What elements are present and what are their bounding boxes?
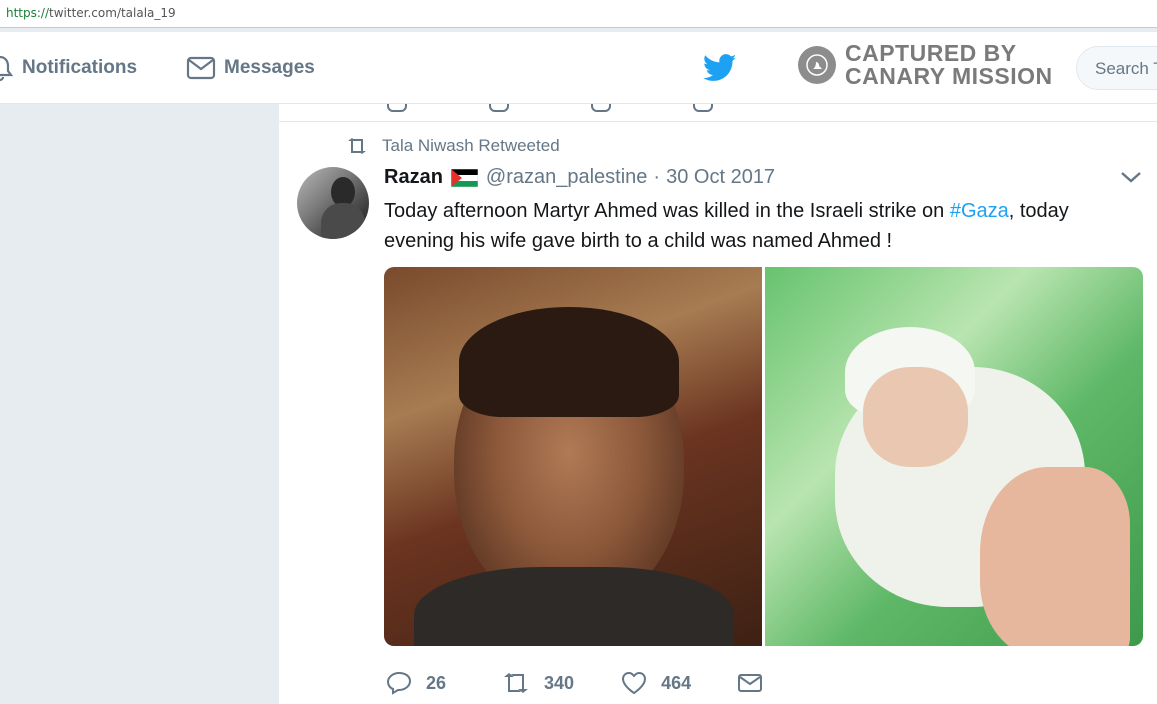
top-navigation: Notifications Messages CAPTURED BY CANAR… [0, 32, 1157, 104]
retweet-button[interactable]: 340 [502, 672, 574, 694]
like-count: 464 [661, 672, 692, 693]
display-name[interactable]: Razan [384, 166, 443, 189]
nav-notifications[interactable]: Notifications [0, 52, 137, 84]
media-grid [384, 267, 1143, 646]
retweet-icon [504, 673, 529, 693]
tweet-actions: 26 340 464 [386, 668, 777, 698]
previous-tweet-action-icons [387, 104, 713, 112]
canary-mission-text: CAPTURED BY CANARY MISSION [845, 42, 1053, 88]
heart-icon [622, 671, 647, 695]
like-button[interactable]: 464 [621, 671, 691, 695]
tweet-date[interactable]: 30 Oct 2017 [666, 166, 775, 189]
previous-like-icon[interactable] [591, 104, 611, 112]
hashtag-link[interactable]: #Gaza [950, 200, 1009, 222]
url-path: twitter.com/talala_19 [49, 6, 176, 20]
nav-notifications-label: Notifications [22, 57, 138, 78]
direct-message-icon [738, 674, 763, 692]
reply-icon [386, 671, 412, 695]
avatar-figure-body [321, 203, 365, 239]
photo-newborn-baby[interactable] [765, 267, 1143, 646]
handle[interactable]: @razan_palestine [486, 166, 648, 189]
direct-message-button[interactable] [737, 672, 777, 694]
previous-dm-icon[interactable] [693, 104, 713, 112]
previous-reply-icon[interactable] [387, 104, 407, 112]
tweet-header: Razan @razan_palestine · 30 Oct 2017 [384, 166, 775, 189]
nav-messages-label: Messages [224, 57, 315, 78]
palestine-flag-icon [450, 168, 478, 187]
url-text[interactable]: https://twitter.com/talala_19 [6, 6, 176, 20]
tweet-text: Today afternoon Martyr Ahmed was killed … [384, 196, 1124, 256]
left-sidebar [0, 104, 279, 704]
page: https://twitter.com/talala_19 Notificati… [0, 0, 1157, 704]
reply-button[interactable]: 26 [386, 671, 446, 695]
envelope-icon [186, 56, 216, 80]
retweet-icon [348, 138, 366, 154]
browser-address-bar[interactable]: https://twitter.com/talala_19 [0, 0, 1157, 28]
canary-mission-badge [798, 46, 836, 84]
search-input[interactable]: Search T [1076, 46, 1157, 90]
canary-mission-watermark: CAPTURED BY CANARY MISSION [798, 42, 1053, 88]
photo-man-smiling[interactable] [384, 267, 762, 646]
stamp-line-1: CAPTURED BY [845, 40, 1017, 66]
stamp-line-2: CANARY MISSION [845, 63, 1053, 89]
header-separator: · [653, 166, 661, 188]
chevron-down-icon[interactable] [1120, 170, 1142, 184]
nav-messages[interactable]: Messages [186, 52, 315, 84]
url-scheme: https:// [6, 6, 50, 20]
timeline: Tala Niwash Retweeted Razan @razan_pales… [279, 104, 1157, 704]
retweeted-by-text: Tala Niwash Retweeted [382, 136, 560, 155]
retweet-context[interactable]: Tala Niwash Retweeted [346, 136, 560, 156]
previous-tweet-actions [279, 104, 1157, 122]
reply-count: 26 [426, 672, 447, 693]
avatar[interactable] [297, 167, 369, 239]
tweet-text-part-1: Today afternoon Martyr Ahmed was killed … [384, 200, 950, 222]
twitter-bird-icon[interactable] [703, 54, 737, 82]
retweet-count: 340 [544, 672, 575, 693]
bell-icon [0, 55, 14, 82]
previous-retweet-icon[interactable] [489, 104, 509, 112]
